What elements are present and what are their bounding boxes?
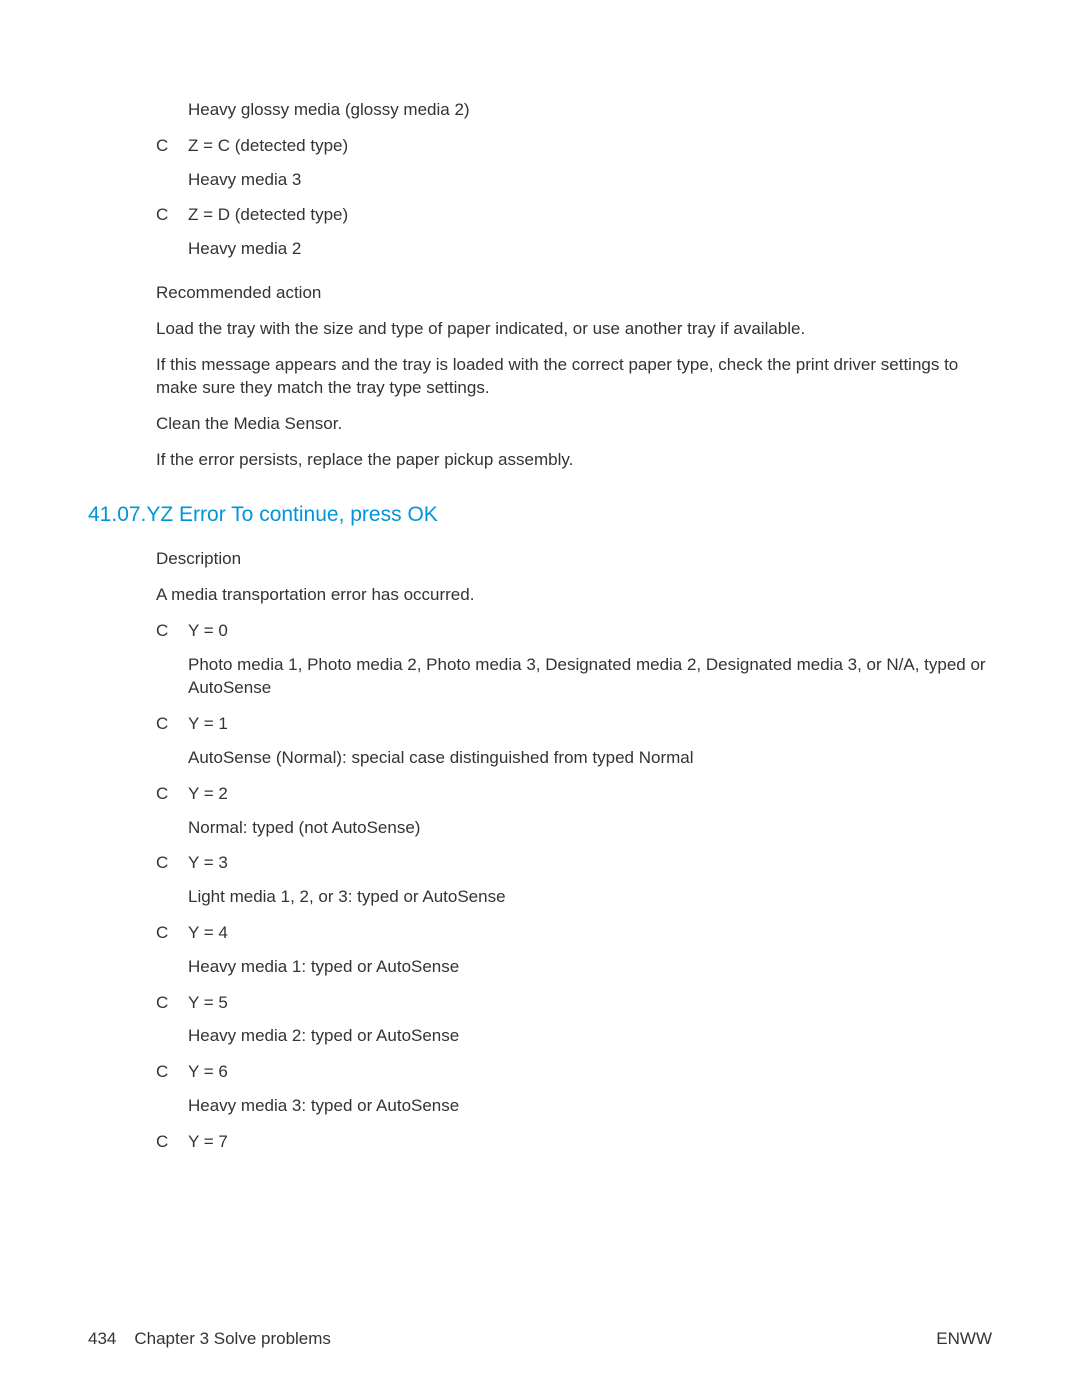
bullet-detail: Light media 1, 2, or 3: typed or AutoSen… bbox=[188, 885, 988, 909]
bullet-code: Y = 6 bbox=[188, 1062, 228, 1081]
bullet-detail: AutoSense (Normal): special case disting… bbox=[188, 746, 988, 770]
bullet-item: C Y = 6 bbox=[188, 1060, 988, 1084]
bullet-item: C Y = 2 bbox=[188, 782, 988, 806]
circle-bullet-icon: C bbox=[156, 851, 168, 875]
bullet-item: C Y = 0 bbox=[188, 619, 988, 643]
circle-bullet-icon: C bbox=[156, 134, 168, 158]
circle-bullet-icon: C bbox=[156, 1060, 168, 1084]
bullet-code: Y = 1 bbox=[188, 714, 228, 733]
bullet-detail: Heavy glossy media (glossy media 2) bbox=[188, 98, 988, 122]
recommended-para: Clean the Media Sensor. bbox=[156, 412, 988, 436]
bullet-item: C Y = 5 bbox=[188, 991, 988, 1015]
chapter-title: Chapter 3 Solve problems bbox=[134, 1327, 331, 1351]
page-number: 434 bbox=[88, 1327, 116, 1351]
description-text: A media transportation error has occurre… bbox=[156, 583, 988, 607]
circle-bullet-icon: C bbox=[156, 712, 168, 736]
recommended-para: Load the tray with the size and type of … bbox=[156, 317, 988, 341]
footer-right: ENWW bbox=[936, 1327, 992, 1351]
circle-bullet-icon: C bbox=[156, 1130, 168, 1154]
bullet-code: Y = 5 bbox=[188, 993, 228, 1012]
bullet-code: Z = D (detected type) bbox=[188, 205, 348, 224]
recommended-action-label: Recommended action bbox=[156, 281, 988, 305]
recommended-para: If this message appears and the tray is … bbox=[156, 353, 988, 401]
bullet-item: C Z = D (detected type) bbox=[188, 203, 988, 227]
page-footer: 434 Chapter 3 Solve problems ENWW bbox=[88, 1327, 992, 1351]
bullet-detail: Heavy media 2: typed or AutoSense bbox=[188, 1024, 988, 1048]
bullet-detail: Heavy media 2 bbox=[188, 237, 988, 261]
page-content: Heavy glossy media (glossy media 2) C Z … bbox=[88, 88, 988, 1164]
bullet-code: Z = C (detected type) bbox=[188, 136, 348, 155]
recommended-para: If the error persists, replace the paper… bbox=[156, 448, 988, 472]
bullet-code: Y = 0 bbox=[188, 621, 228, 640]
circle-bullet-icon: C bbox=[156, 619, 168, 643]
circle-bullet-icon: C bbox=[156, 921, 168, 945]
section-41-07: Description A media transportation error… bbox=[88, 547, 988, 1153]
circle-bullet-icon: C bbox=[156, 991, 168, 1015]
bullet-code: Y = 7 bbox=[188, 1132, 228, 1151]
bullet-item: C Y = 7 bbox=[188, 1130, 988, 1154]
bullet-code: Y = 2 bbox=[188, 784, 228, 803]
circle-bullet-icon: C bbox=[156, 782, 168, 806]
footer-left: 434 Chapter 3 Solve problems bbox=[88, 1327, 331, 1351]
bullet-detail: Normal: typed (not AutoSense) bbox=[188, 816, 988, 840]
bullet-item: C Y = 4 bbox=[188, 921, 988, 945]
circle-bullet-icon: C bbox=[156, 203, 168, 227]
bullet-detail: Heavy media 1: typed or AutoSense bbox=[188, 955, 988, 979]
section-heading: 41.07.YZ Error To continue, press OK bbox=[88, 500, 988, 529]
bullet-item: C Y = 1 bbox=[188, 712, 988, 736]
bullet-item: C Z = C (detected type) bbox=[188, 134, 988, 158]
bullet-item: C Y = 3 bbox=[188, 851, 988, 875]
bullet-code: Y = 3 bbox=[188, 853, 228, 872]
description-label: Description bbox=[156, 547, 988, 571]
bullet-detail: Heavy media 3: typed or AutoSense bbox=[188, 1094, 988, 1118]
bullet-detail: Heavy media 3 bbox=[188, 168, 988, 192]
bullet-code: Y = 4 bbox=[188, 923, 228, 942]
section-prior-continuation: Heavy glossy media (glossy media 2) C Z … bbox=[88, 98, 988, 472]
bullet-detail: Photo media 1, Photo media 2, Photo medi… bbox=[188, 653, 988, 701]
